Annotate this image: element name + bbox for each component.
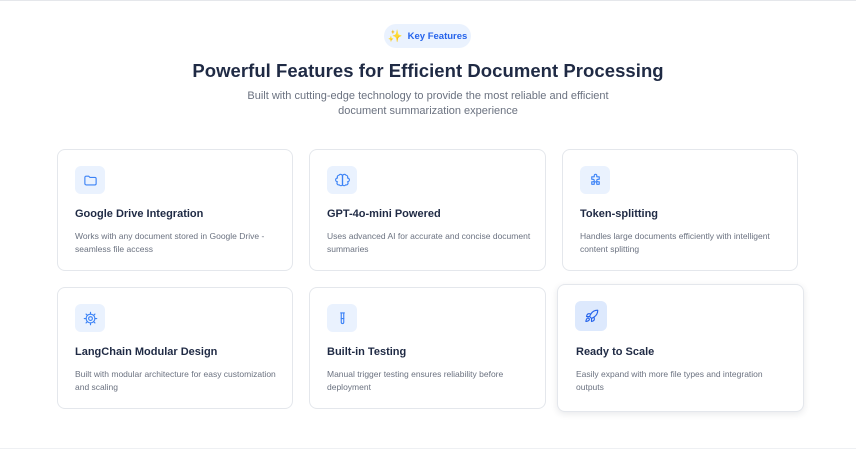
feature-description: Works with any document stored in Google… — [75, 231, 265, 254]
gear-icon — [75, 304, 105, 332]
feature-title: LangChain Modular Design — [75, 346, 218, 358]
feature-card-testing: Built-in Testing Manual trigger testing … — [309, 287, 546, 409]
feature-title: Google Drive Integration — [75, 208, 204, 220]
feature-title: Ready to Scale — [576, 346, 655, 358]
feature-title: Token-splitting — [580, 208, 659, 220]
test-tube-icon — [327, 304, 357, 332]
puzzle-icon — [580, 166, 610, 194]
key-features-badge: ✨ Key Features — [384, 24, 471, 48]
brain-icon — [327, 166, 357, 194]
top-divider — [0, 0, 856, 1]
feature-title: Built-in Testing — [327, 346, 407, 358]
feature-description: Handles large documents efficiently with… — [580, 231, 770, 254]
feature-title: GPT-4o-mini Powered — [327, 208, 441, 220]
feature-description: Manual trigger testing ensures reliabili… — [327, 369, 504, 392]
feature-description: Easily expand with more file types and i… — [576, 369, 763, 392]
folder-icon — [75, 166, 105, 194]
feature-description: Built with modular architecture for easy… — [75, 369, 276, 392]
feature-card-token-splitting: Token-splitting Handles large documents … — [562, 149, 798, 271]
page-subtitle: Built with cutting-edge technology to pr… — [247, 90, 609, 117]
badge-label: Key Features — [407, 30, 468, 42]
sparkles-icon: ✨ — [387, 29, 403, 43]
feature-description: Uses advanced AI for accurate and concis… — [327, 231, 531, 254]
feature-card-gpt: GPT-4o-mini Powered Uses advanced AI for… — [309, 149, 546, 271]
page-title: Powerful Features for Efficient Document… — [192, 60, 664, 81]
feature-card-scale: Ready to Scale Easily expand with more f… — [557, 284, 804, 412]
feature-card-langchain: LangChain Modular Design Built with modu… — [57, 287, 293, 409]
bottom-divider — [0, 448, 856, 449]
feature-card-google-drive: Google Drive Integration Works with any … — [57, 149, 293, 271]
rocket-icon — [575, 301, 607, 331]
